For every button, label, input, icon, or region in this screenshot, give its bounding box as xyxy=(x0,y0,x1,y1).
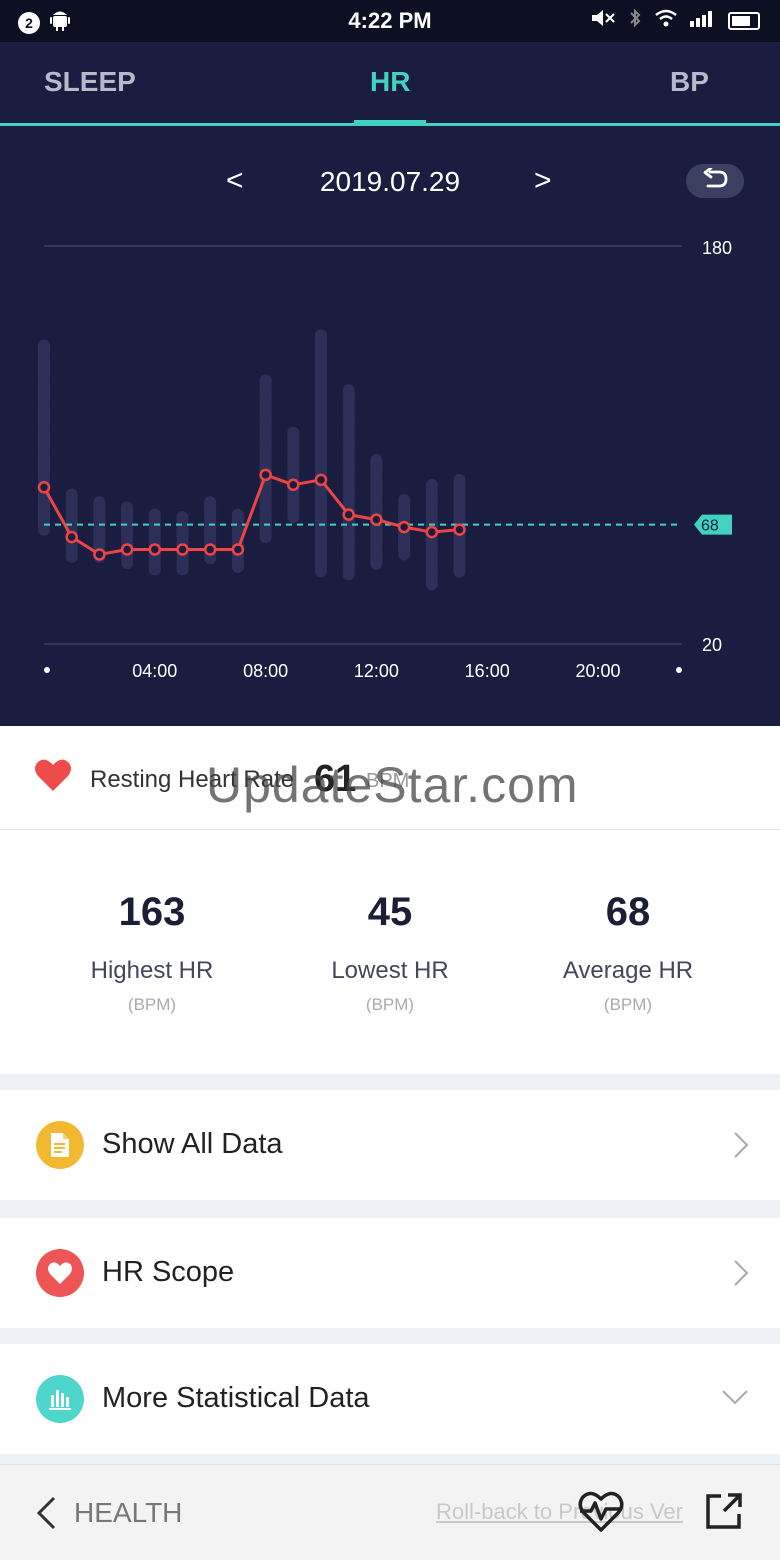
x-axis-end-dot xyxy=(676,667,682,673)
stat-average-hr: 68 Average HR (BPM) xyxy=(498,890,758,1015)
wifi-icon xyxy=(654,9,678,33)
tab-hr[interactable]: HR xyxy=(370,66,410,98)
x-axis-tick-label: 16:00 xyxy=(465,661,510,681)
heart-icon xyxy=(34,758,72,797)
heart-rate-point xyxy=(370,513,383,526)
stat-label: Average HR xyxy=(562,957,694,984)
chevron-right-icon xyxy=(732,1258,750,1293)
stat-label: Lowest HR xyxy=(331,957,449,984)
battery-icon xyxy=(728,12,760,30)
mute-icon xyxy=(590,8,616,34)
heart-rate-point xyxy=(453,523,466,536)
heart-rate-point xyxy=(120,543,134,556)
show-all-data-row[interactable]: Show All Data xyxy=(0,1090,780,1200)
stat-lowest-hr: 45 Lowest HR (BPM) xyxy=(260,890,520,1015)
section-divider xyxy=(0,1454,780,1464)
x-axis-tick-label: 08:00 xyxy=(243,661,288,681)
x-axis-tick-label: 12:00 xyxy=(354,661,399,681)
hr-scope-row[interactable]: HR Scope xyxy=(0,1218,780,1328)
chevron-right-icon xyxy=(732,1130,750,1165)
heart-rate-point xyxy=(176,543,189,556)
y-axis-max-label: 180 xyxy=(702,238,732,258)
heart-rate-point xyxy=(231,543,245,556)
chevron-down-icon xyxy=(720,1388,750,1411)
bluetooth-icon xyxy=(628,8,642,34)
current-date: 2019.07.29 xyxy=(319,166,461,197)
heart-icon xyxy=(36,1249,84,1297)
watermark: UpdateStar.com xyxy=(206,757,579,813)
hr-chart-panel: < 2019.07.29 > 180 20 68 04:00 08:00 12:00 16:… xyxy=(0,126,780,726)
bar-chart-icon xyxy=(36,1375,84,1423)
back-to-health-label[interactable]: HEALTH xyxy=(74,1497,182,1529)
heart-rate-point xyxy=(65,530,78,544)
top-tabs: SLEEP HR BP xyxy=(0,42,780,126)
heart-rate-point xyxy=(314,473,328,487)
heart-rate-point xyxy=(203,543,217,556)
y-axis-min-label: 20 xyxy=(702,635,722,655)
heart-rate-point xyxy=(37,481,51,494)
status-bar: 2 4:22 PM xyxy=(0,0,780,42)
x-axis-start-dot xyxy=(44,667,50,673)
next-day-button[interactable]: > xyxy=(534,164,552,198)
heart-rate-point xyxy=(148,543,162,556)
heart-rate-line xyxy=(42,473,460,556)
signal-icon xyxy=(690,9,716,33)
tab-bp[interactable]: BP xyxy=(670,66,709,98)
stat-unit: (BPM) xyxy=(365,995,415,1014)
row-label: More Statistical Data xyxy=(102,1382,370,1414)
tab-sleep[interactable]: SLEEP xyxy=(44,66,136,98)
more-statistical-data-row[interactable]: More Statistical Data xyxy=(0,1344,780,1454)
section-divider xyxy=(0,1200,780,1218)
row-label: HR Scope xyxy=(102,1256,235,1288)
share-icon[interactable] xyxy=(704,1491,744,1536)
section-divider xyxy=(0,1328,780,1344)
stat-unit: (BPM) xyxy=(127,995,177,1014)
bottom-navigation-bar: HEALTH Roll-back to Previous Ver xyxy=(0,1464,780,1560)
heart-rate-point xyxy=(397,520,411,534)
document-icon xyxy=(36,1121,84,1169)
heart-rate-point xyxy=(287,478,300,492)
undo-arrow-icon xyxy=(701,166,729,195)
rollback-link[interactable]: Roll-back to Previous Ver xyxy=(436,1499,683,1525)
heart-pulse-icon[interactable] xyxy=(576,1489,626,1538)
x-axis-tick-label: 04:00 xyxy=(132,661,177,681)
heart-rate-point xyxy=(259,468,272,482)
stat-unit: (BPM) xyxy=(603,995,653,1014)
heart-rate-chart: 180 20 68 04:00 08:00 12:00 16:00 20:00 xyxy=(37,238,732,681)
x-axis-tick-label: 20:00 xyxy=(575,661,620,681)
hr-stats: 163 Highest HR (BPM) 45 Lowest HR (BPM) … xyxy=(0,830,780,1074)
section-divider xyxy=(0,1074,780,1090)
heart-rate-point xyxy=(342,508,355,521)
heart-rate-point xyxy=(93,548,106,561)
average-hr-label: 68 xyxy=(701,518,719,535)
stat-value: 68 xyxy=(605,890,651,934)
stat-value: 45 xyxy=(367,890,413,934)
back-arrow-icon[interactable] xyxy=(34,1495,58,1536)
return-today-button[interactable] xyxy=(686,164,744,198)
stat-label: Highest HR xyxy=(90,957,214,984)
stat-value: 163 xyxy=(118,890,186,934)
stat-highest-hr: 163 Highest HR (BPM) xyxy=(22,890,282,1015)
date-navigator: < 2019.07.29 > xyxy=(0,164,780,204)
heart-rate-point xyxy=(425,525,439,539)
row-label: Show All Data xyxy=(102,1128,283,1160)
